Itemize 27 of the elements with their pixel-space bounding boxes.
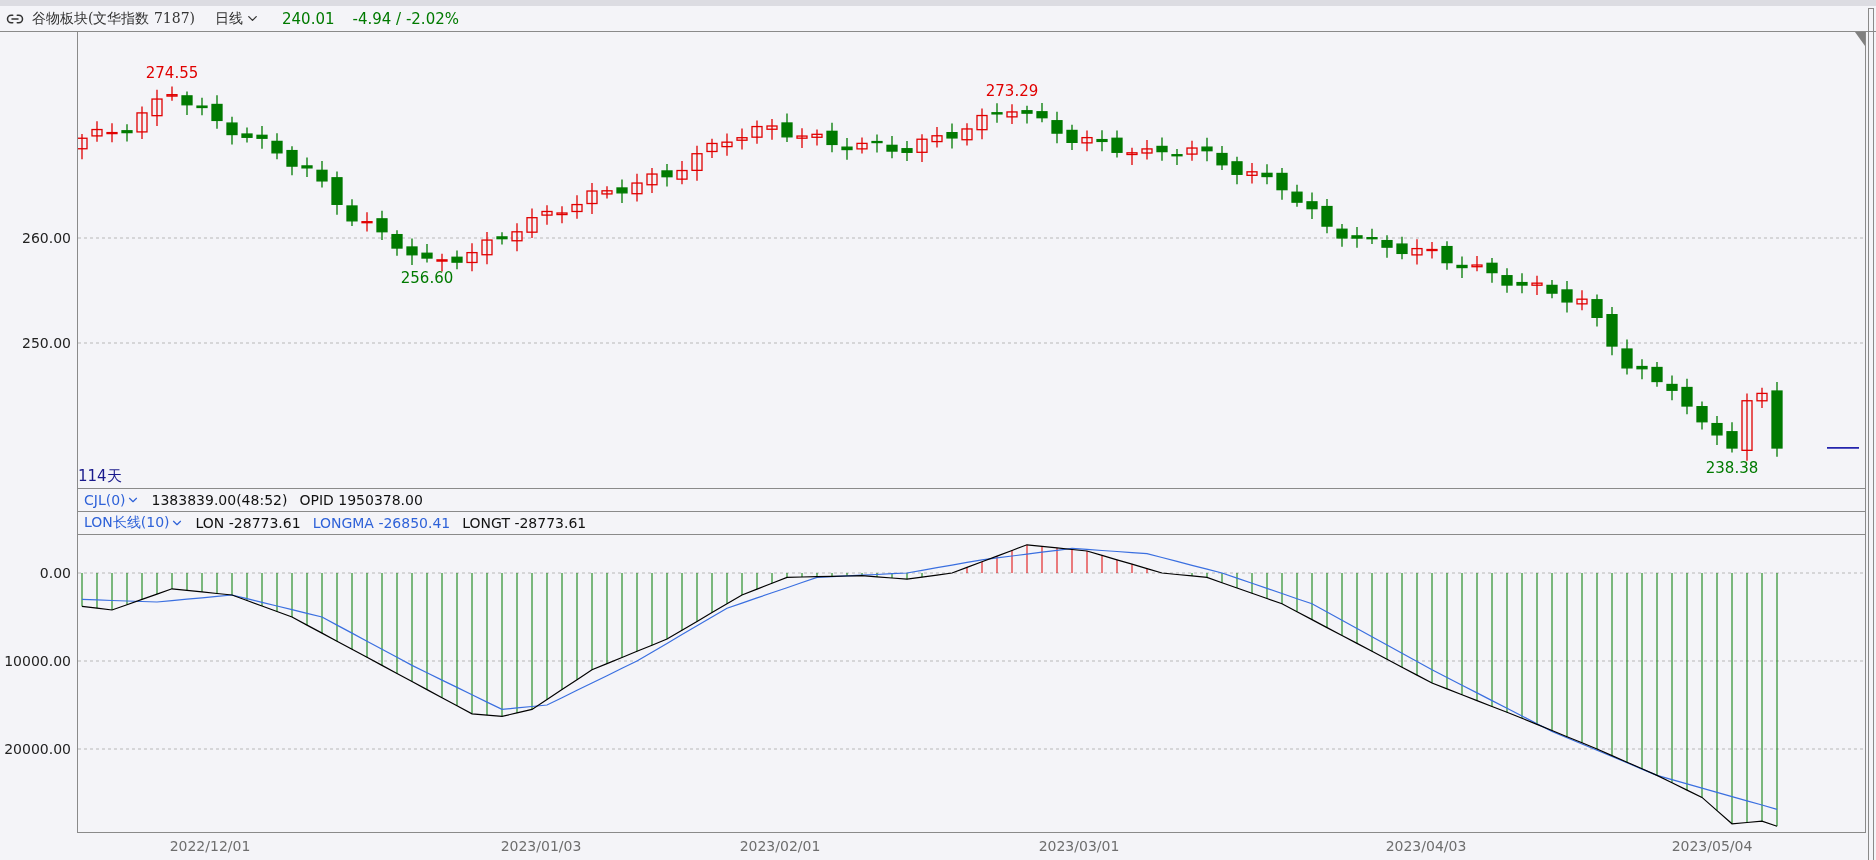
high-price-label: 274.55 xyxy=(145,64,199,83)
last-price: 240.01 xyxy=(282,9,335,28)
volume-value: 1383839.00(48:52) xyxy=(151,492,288,508)
day-count: 114天 xyxy=(78,467,122,486)
indicator-dropdown[interactable]: LON长线(10) xyxy=(84,514,184,532)
date-label: 2023/03/01 xyxy=(1038,838,1120,854)
axis-label: 20000.00 xyxy=(4,741,71,757)
price-change: -4.94 / -2.02% xyxy=(352,9,459,28)
date-label: 2023/02/01 xyxy=(739,838,821,854)
low-price-label: 256.60 xyxy=(400,268,454,287)
date-label: 2022/12/01 xyxy=(169,838,251,854)
indicator-dropdown[interactable]: CJL(0) xyxy=(84,492,140,508)
lon-value: LON -28773.61 xyxy=(195,515,301,531)
axis-label: 250.00 xyxy=(22,335,71,351)
axis-label: 0.00 xyxy=(39,565,71,581)
longt-value: LONGT -28773.61 xyxy=(462,515,587,531)
axis-label: 260.00 xyxy=(22,230,71,246)
high-price-label: 273.29 xyxy=(985,82,1039,101)
date-label: 2023/01/03 xyxy=(500,838,582,854)
period-dropdown[interactable]: 日线 xyxy=(203,9,260,28)
low-price-label: 238.38 xyxy=(1705,458,1759,477)
date-label: 2023/04/03 xyxy=(1385,838,1467,854)
axis-label: 10000.00 xyxy=(4,653,71,669)
instrument-title: 谷物板块(文华指数 7187) xyxy=(32,9,195,28)
longma-value: LONGMA -26850.41 xyxy=(312,515,451,531)
opid-value: OPID 1950378.00 xyxy=(299,492,423,508)
date-label: 2023/05/04 xyxy=(1671,838,1753,854)
